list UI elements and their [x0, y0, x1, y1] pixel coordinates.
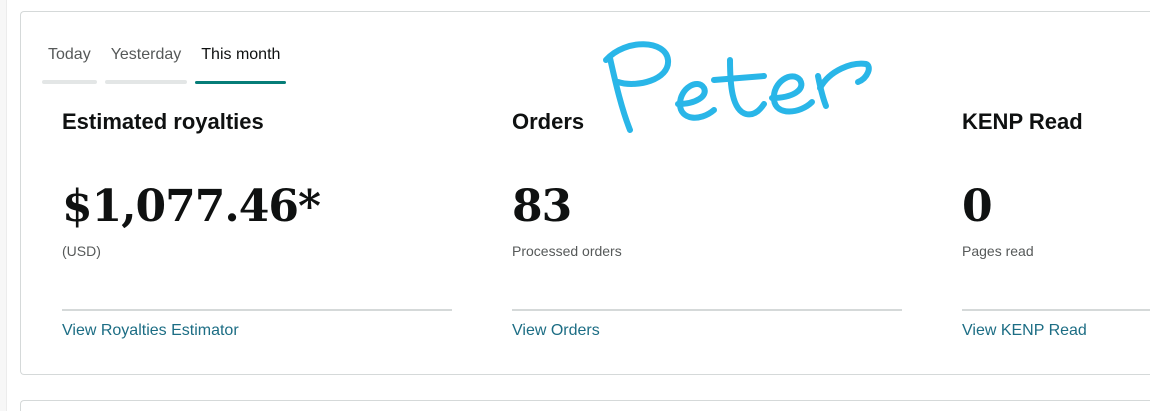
tab-yesterday[interactable]: Yesterday [104, 44, 188, 84]
view-kenp-read-link[interactable]: View KENP Read [962, 322, 1087, 340]
metric-subtitle: (USD) [62, 243, 101, 259]
metric-orders: Orders 83 Processed orders View Orders [512, 108, 902, 339]
view-royalties-estimator-link[interactable]: View Royalties Estimator [62, 322, 239, 340]
tab-this-month[interactable]: This month [195, 44, 287, 84]
tab-today[interactable]: Today [42, 44, 97, 84]
metric-divider [62, 309, 452, 311]
metric-divider [512, 309, 902, 311]
metric-title: Estimated royalties [62, 109, 264, 134]
dashboard-page: Today Yesterday This month Estimated roy… [0, 0, 1150, 411]
view-orders-link[interactable]: View Orders [512, 322, 600, 340]
metric-title: KENP Read [962, 109, 1083, 134]
period-tabs: Today Yesterday This month [42, 44, 287, 84]
metric-title: Orders [512, 109, 585, 134]
metric-subtitle: Processed orders [512, 243, 622, 259]
metric-kenp-read: KENP Read 0 Pages read View KENP Read [962, 108, 1150, 358]
metric-value: 83 [512, 181, 572, 232]
metric-subtitle: Pages read [962, 243, 1034, 259]
metric-divider [962, 309, 1150, 311]
metric-value: 0 [962, 181, 993, 232]
metric-value: $1,077.46* [62, 181, 321, 232]
left-edge-bar [0, 0, 7, 411]
metric-estimated-royalties: Estimated royalties $1,077.46* (USD) Vie… [62, 108, 452, 339]
next-card [20, 400, 1150, 411]
